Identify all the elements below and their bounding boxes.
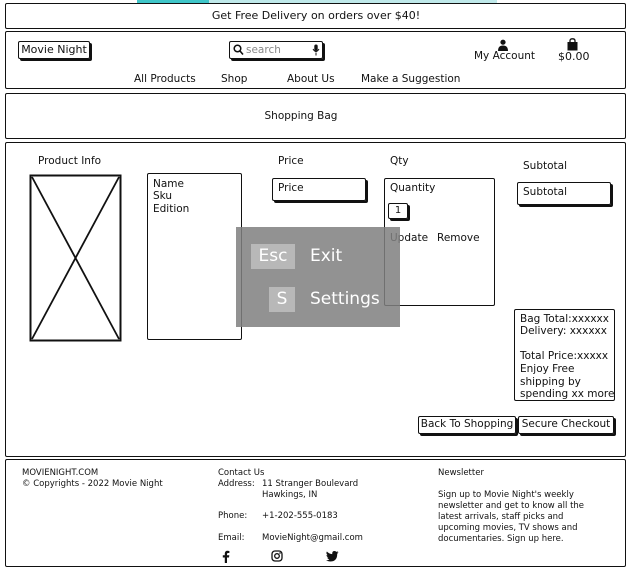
product-price: Price [278,182,304,194]
header-product-info: Product Info [38,155,102,167]
summary-bag-total: Bag Total:xxxxxx [520,313,609,325]
settings-label: Settings [310,289,380,309]
summary-free-shipping-line2: shipping by [520,376,581,388]
nav-about-us[interactable]: About Us [287,73,335,85]
summary-free-shipping-line3: spending xx more [520,388,615,400]
esc-key-label: Esc [258,246,288,266]
footer-newsletter-line5[interactable]: documentaries. Sign up here. [438,534,564,545]
footer-site-name: MOVIENIGHT.COM [22,468,99,478]
product-edition: Edition [153,203,190,215]
footer-newsletter-heading: Newsletter [438,468,484,478]
footer-email-label: Email: [218,533,245,543]
header-subtotal: Subtotal [523,160,567,172]
exit-label: Exit [310,246,343,266]
nav-all-products[interactable]: All Products [134,73,196,85]
facebook-icon[interactable] [222,550,230,563]
summary-delivery: Delivery: xxxxxx [520,325,607,337]
page-title: Shopping Bag [264,110,338,122]
microphone-icon[interactable] [312,44,320,56]
summary-total-price: Total Price:xxxxx [520,350,609,362]
footer-newsletter-line1: Sign up to Movie Night's weekly [438,490,574,500]
twitter-icon[interactable] [326,551,339,562]
footer-address-line2: Hawkings, IN [262,490,318,500]
footer-address-line1: 11 Stranger Boulevard [262,479,359,489]
keyboard-hint-overlay [236,227,400,327]
quantity-label: Quantity [390,182,436,194]
footer-phone-label: Phone: [218,511,248,521]
header-price: Price [278,155,304,167]
logo-button[interactable]: Movie Night [18,41,90,59]
footer-copyright: © Copyrights - 2022 Movie Night [22,479,163,489]
footer-email[interactable]: MovieNight@gmail.com [262,533,363,544]
footer-newsletter-line4: upcoming movies, TV shows and [438,523,578,533]
item-subtotal: Subtotal [523,186,567,198]
s-key-label: S [276,289,288,309]
footer-newsletter-line3: latest arrivals, staff picks and [438,512,564,522]
search-icon [233,44,244,56]
instagram-icon[interactable] [271,550,283,562]
secure-checkout-button[interactable]: Secure Checkout [518,416,614,434]
footer-address-label: Address: [218,479,255,489]
bag-total[interactable]: $0.00 [558,50,590,63]
promo-banner-text: Get Free Delivery on orders over $40! [211,9,421,22]
my-account-link[interactable]: My Account [474,50,535,62]
footer-contact-heading: Contact Us [218,468,265,478]
nav-shop[interactable]: Shop [221,73,247,85]
back-to-shopping-button[interactable]: Back To Shopping [418,416,516,434]
product-image-placeholder [29,174,122,342]
summary-free-shipping-line1: Enjoy Free [520,363,575,375]
nav-make-a-suggestion[interactable]: Make a Suggestion [361,73,460,85]
product-name: Name [153,178,184,190]
footer-newsletter-line2: newsletter and get to know all the [438,501,585,511]
search-input[interactable]: search [246,44,281,56]
remove-link[interactable]: Remove [437,232,480,244]
header-qty: Qty [390,155,409,167]
footer-phone: +1-202-555-0183 [262,511,338,521]
product-sku: Sku [153,190,173,202]
quantity-input[interactable]: 1 [388,203,408,219]
